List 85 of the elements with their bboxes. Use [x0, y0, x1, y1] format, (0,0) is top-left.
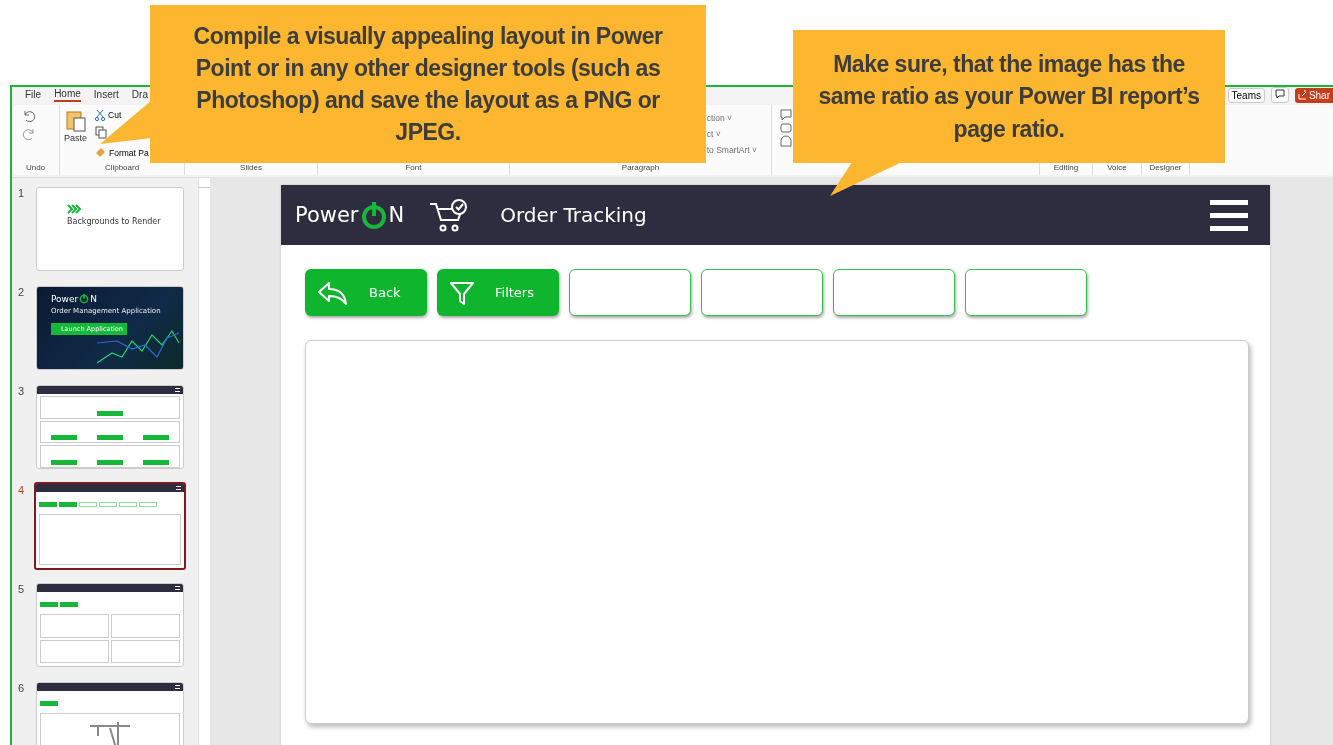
- menu-icon: [1210, 199, 1248, 231]
- ribbon-tab[interactable]: Home: [54, 88, 81, 102]
- thumbnail-button-shape: [119, 502, 137, 507]
- cut-label: Cut: [108, 110, 122, 120]
- thumbnail-button-shape: [97, 460, 123, 465]
- power-icon: [79, 293, 90, 304]
- teams-button[interactable]: Teams: [1227, 87, 1265, 103]
- thumbnail-button-shape: [51, 435, 77, 441]
- thumbnail-button-shape: [97, 410, 123, 416]
- thumbnail-button-shape: [79, 502, 97, 507]
- thumbnail-button-shape: [40, 701, 58, 706]
- chevrons-icon: [67, 204, 82, 214]
- power-icon: [359, 200, 388, 230]
- thumbnail-panel: [40, 614, 109, 638]
- thumbnail-button-shape: [143, 435, 169, 441]
- share-icon: [1298, 90, 1306, 100]
- share-button[interactable]: Shar: [1295, 87, 1333, 103]
- thumbnail-title: Backgrounds to Render: [67, 217, 162, 226]
- filter-icon: [449, 279, 475, 306]
- redo-icon[interactable]: [22, 127, 36, 141]
- thumbnail-button-shape: [143, 460, 169, 465]
- ribbon-tab[interactable]: Dra: [131, 89, 148, 101]
- share-label: Shar: [1308, 89, 1330, 101]
- speech-bubble-icon[interactable]: [780, 109, 792, 121]
- thumbnail-button-shape: [60, 602, 78, 607]
- copy-icon[interactable]: [95, 126, 107, 139]
- group-label: Designer: [1148, 163, 1183, 174]
- thumbnail-button-shape: [99, 502, 117, 507]
- ribbon-tab[interactable]: File: [25, 89, 42, 101]
- empty-button[interactable]: [701, 269, 823, 316]
- slide-number: 4: [18, 484, 26, 496]
- ribbon-command[interactable]: ct ˅: [706, 129, 721, 139]
- thumbnail-button-shape: [51, 460, 77, 465]
- thumbnail-button-shape: [39, 502, 57, 507]
- thumbnail-button-shape: [139, 502, 157, 507]
- shape-icon[interactable]: [780, 135, 792, 147]
- menu-button[interactable]: [1210, 199, 1248, 231]
- group-label: Voice: [1106, 163, 1128, 174]
- empty-button[interactable]: [965, 269, 1087, 316]
- thumbnail-button-shape: [59, 502, 77, 507]
- cart-check-icon: [428, 197, 469, 233]
- ribbon-tab[interactable]: Insert: [93, 89, 119, 101]
- crane-icon: [88, 722, 132, 745]
- slide-thumbnail[interactable]: Backgrounds to Render: [36, 187, 184, 271]
- callout: Compile a visually appealing layout in Power Point or in any other designer tools (such as Photoshop) and save the layout as a PNG or JPEG.: [150, 5, 706, 163]
- scrollbar[interactable]: [198, 178, 210, 745]
- thumbnail-panel: [111, 639, 180, 663]
- brush-icon: [95, 147, 106, 158]
- brand-text: Power: [51, 293, 79, 304]
- brand-text: N: [388, 203, 405, 227]
- thumbnail-panel: [111, 614, 180, 638]
- format-painter-label: Format Pa: [109, 147, 149, 158]
- callout-pointer: [100, 100, 152, 144]
- paste-button[interactable]: Paste: [64, 109, 87, 143]
- group-label: Slides: [239, 163, 263, 174]
- callout-pointer: [830, 162, 902, 196]
- slide-number: 3: [18, 385, 26, 397]
- group-label: Editing: [1052, 163, 1080, 174]
- scissors-icon: [95, 109, 105, 121]
- group-label: Paragraph: [620, 163, 661, 174]
- empty-button[interactable]: [569, 269, 691, 316]
- paste-label: Paste: [64, 133, 87, 143]
- ribbon-command[interactable]: ction ˅: [706, 113, 732, 123]
- thumbnail-panel: [40, 639, 109, 663]
- comments-button[interactable]: [1271, 87, 1289, 103]
- slide-number: 1: [18, 187, 26, 199]
- rounded-rectangle-icon[interactable]: [780, 123, 792, 133]
- brand-text: Power: [295, 203, 359, 227]
- comment-icon: [1275, 89, 1285, 99]
- empty-button[interactable]: [833, 269, 955, 316]
- slide-number: 6: [18, 682, 26, 694]
- ribbon-command[interactable]: to SmartArt ˅: [706, 145, 757, 155]
- group-label: Clipboard: [103, 163, 141, 174]
- brand-text: N: [90, 293, 97, 304]
- group-label: Undo: [24, 163, 47, 174]
- thumbnail-button-shape: [40, 602, 58, 607]
- slide-thumbnail[interactable]: [34, 482, 186, 570]
- slide-number: 2: [18, 286, 26, 298]
- thumbnail-button-shape: [97, 435, 123, 441]
- clipboard-icon: [64, 109, 87, 133]
- format-painter-button[interactable]: Format Pa: [95, 147, 149, 158]
- slide-number: 5: [18, 583, 26, 595]
- page-title: Order Tracking: [500, 203, 647, 227]
- group-label: Font: [404, 163, 423, 174]
- undo-icon[interactable]: [22, 109, 36, 123]
